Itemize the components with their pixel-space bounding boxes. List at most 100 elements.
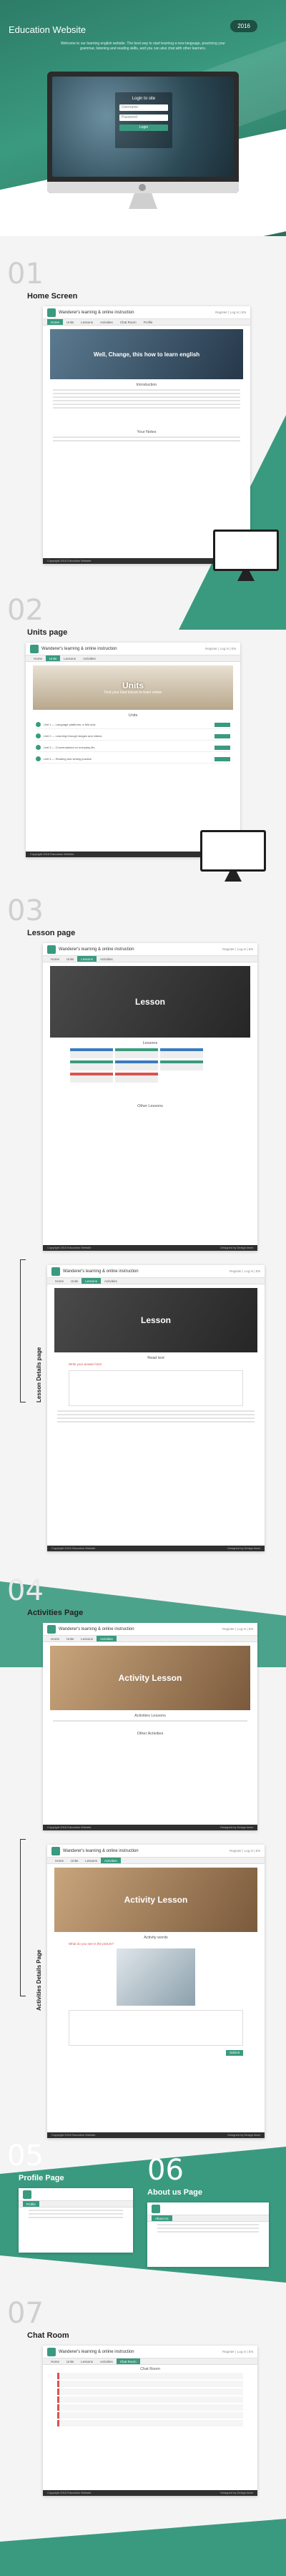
unit-open-button[interactable]	[214, 733, 230, 738]
nav-chat[interactable]: Chat Room	[116, 2358, 140, 2364]
apple-logo-icon	[139, 184, 146, 191]
lesson-page-mockup: Wanderer's learning & online instruction…	[43, 943, 257, 1251]
section-title-units: Units page	[27, 628, 68, 637]
lesson-card[interactable]	[70, 1060, 113, 1070]
lesson-card[interactable]	[115, 1048, 158, 1058]
nav-chat[interactable]: Chat Room	[117, 319, 140, 325]
nav-home[interactable]: Home	[51, 1858, 67, 1863]
unit-row[interactable]: Unit 4 — Reading and writing practice	[36, 755, 230, 763]
activity-details-banner: Activity Lesson	[54, 1868, 257, 1932]
chat-room-mockup: Wanderer's learning & online instruction…	[43, 2346, 257, 2496]
nav-lessons[interactable]: Lessons	[77, 2358, 97, 2364]
site-name: Wanderer's learning & online instruction	[59, 2349, 134, 2354]
site-name: Wanderer's learning & online instruction	[59, 947, 134, 952]
nav-home[interactable]: Home	[47, 1636, 63, 1641]
site-logo-icon[interactable]	[51, 1846, 60, 1855]
nav-home[interactable]: Home	[47, 2358, 63, 2364]
monitor-mockup	[200, 830, 266, 883]
site-logo-icon[interactable]	[47, 1624, 56, 1634]
nav-units[interactable]: Units	[46, 655, 61, 661]
site-logo-icon[interactable]	[51, 1267, 60, 1276]
nav-activities[interactable]: Activities	[97, 319, 117, 325]
user-links[interactable]: Register | Log In | EN	[222, 2350, 253, 2353]
nav-lessons[interactable]: Lessons	[82, 1858, 101, 1863]
lesson-card[interactable]	[115, 1060, 158, 1070]
user-links[interactable]: Register | Log In | EN	[230, 1269, 260, 1273]
nav-lessons[interactable]: Lessons	[60, 655, 79, 661]
profile-page-mockup: Profile	[19, 2188, 133, 2253]
nav-activities[interactable]: Activities	[79, 655, 99, 661]
nav-activities[interactable]: Activities	[101, 1858, 121, 1863]
lesson-card[interactable]	[160, 1060, 203, 1070]
nav-home[interactable]: Home	[47, 319, 64, 325]
answer-textarea[interactable]	[69, 1370, 243, 1406]
hero-description: Welcome to our learning english website.…	[61, 42, 225, 51]
site-name: Wanderer's learning & online instruction	[63, 1848, 139, 1853]
nav-activities[interactable]: Activities	[97, 1636, 117, 1641]
login-title: Login to site	[132, 97, 156, 101]
user-links[interactable]: Register | Log In | EN	[205, 647, 236, 650]
submit-button[interactable]: Submit	[226, 2050, 243, 2056]
section-title-profile: Profile Page	[19, 2174, 64, 2182]
nav-profile[interactable]: Profile	[23, 2201, 39, 2207]
lesson-card[interactable]	[115, 1073, 158, 1083]
chat-message	[57, 2381, 243, 2387]
activity-question: What do you see in the picture?	[69, 1942, 114, 1946]
hero-section: Education Website 2016 Welcome to our le…	[0, 0, 286, 236]
nav-lessons[interactable]: Lessons	[77, 1636, 97, 1641]
nav-lessons[interactable]: Lessons	[77, 956, 97, 962]
nav-units[interactable]: Units	[63, 1636, 77, 1641]
user-links[interactable]: Register | Log In | EN	[230, 1849, 260, 1853]
nav-activities[interactable]: Activities	[97, 956, 117, 962]
text-line	[53, 393, 240, 394]
password-field[interactable]: Password	[119, 114, 168, 121]
nav-activities[interactable]: Activities	[97, 2358, 117, 2364]
section-number-07: 07	[7, 2297, 44, 2330]
nav-units[interactable]: Units	[67, 1278, 82, 1284]
site-logo-icon[interactable]	[30, 644, 39, 653]
user-links[interactable]: Register | Log In | EN	[222, 1627, 253, 1631]
nav-home[interactable]: Home	[30, 655, 46, 661]
nav-activities[interactable]: Activities	[101, 1278, 121, 1284]
user-links[interactable]: Register | Log In | EN	[222, 947, 253, 951]
site-logo-icon[interactable]	[47, 308, 56, 317]
lesson-card[interactable]	[70, 1073, 113, 1083]
activities-details-mockup: Wanderer's learning & online instruction…	[47, 1845, 265, 2138]
lesson-card[interactable]	[70, 1048, 113, 1058]
username-field[interactable]: Username	[119, 104, 168, 111]
unit-row[interactable]: Unit 2 — Learning through images and vid…	[36, 732, 230, 741]
nav-units[interactable]: Units	[67, 1858, 82, 1863]
nav-home[interactable]: Home	[47, 956, 63, 962]
unit-open-button[interactable]	[214, 745, 230, 750]
unit-row[interactable]: Unit 1 — Language platforms: a first loo…	[36, 721, 230, 729]
unit-open-button[interactable]	[214, 722, 230, 727]
site-name: Wanderer's learning & online instruction	[59, 1626, 134, 1631]
site-logo-icon[interactable]	[47, 2347, 56, 2356]
text-line	[57, 1418, 255, 1419]
login-button[interactable]: Login	[119, 125, 168, 131]
user-links[interactable]: Register | Log In | EN	[215, 311, 246, 314]
lesson-card[interactable]	[160, 1048, 203, 1058]
site-logo-icon[interactable]	[23, 2190, 31, 2199]
section-title-about: About us Page	[147, 2188, 203, 2197]
nav-home[interactable]: Home	[51, 1278, 67, 1284]
nav-units[interactable]: Units	[63, 956, 77, 962]
site-name: Wanderer's learning & online instruction	[59, 310, 134, 315]
activity-answer-textarea[interactable]	[69, 2010, 243, 2046]
text-line	[53, 389, 240, 391]
lesson-banner: Lesson	[50, 966, 250, 1038]
site-logo-icon[interactable]	[47, 945, 56, 954]
unit-row[interactable]: Unit 3 — Conversations for everyday life	[36, 743, 230, 752]
nav-about[interactable]: About Us	[152, 2215, 172, 2221]
site-header: Wanderer's learning & online instruction…	[43, 306, 250, 319]
units-heading: Units	[128, 713, 138, 718]
site-logo-icon[interactable]	[152, 2204, 160, 2213]
nav-units[interactable]: Units	[63, 2358, 77, 2364]
nav-lessons[interactable]: Lessons	[77, 319, 97, 325]
unit-icon	[36, 756, 41, 761]
chat-heading: Chat Room	[140, 2367, 160, 2371]
unit-open-button[interactable]	[214, 756, 230, 761]
nav-units[interactable]: Units	[63, 319, 77, 325]
nav-profile[interactable]: Profile	[140, 319, 157, 325]
nav-lessons[interactable]: Lessons	[82, 1278, 102, 1284]
